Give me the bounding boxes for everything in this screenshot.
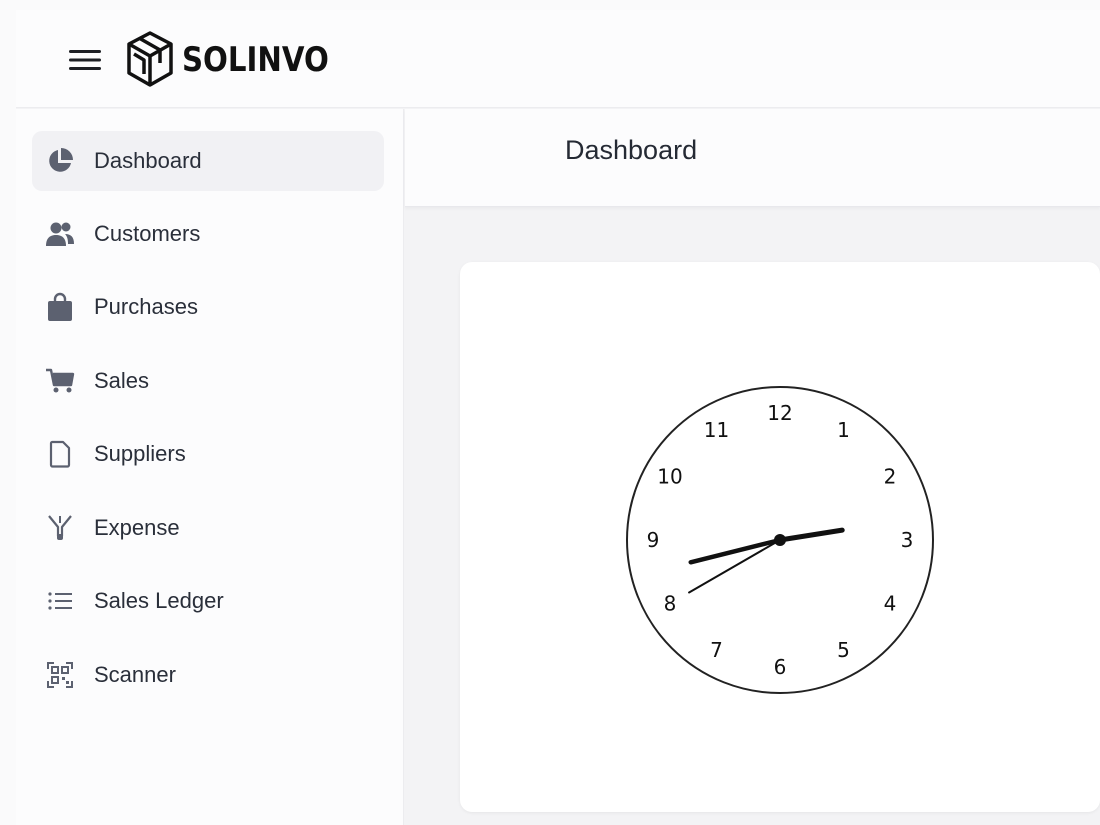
- sidebar-item-dashboard[interactable]: Dashboard: [32, 131, 384, 191]
- clock-numeral: 8: [664, 592, 677, 616]
- clock-numeral: 7: [710, 638, 723, 662]
- sidebar: Dashboard Customers Purchases Sales Supp…: [16, 109, 404, 825]
- dashboard-card: 12 1 2 3 4 5 6 7 8 9 10 11: [460, 262, 1100, 812]
- cart-icon: [44, 365, 76, 397]
- sidebar-item-scanner[interactable]: Scanner: [32, 645, 384, 705]
- qr-scan-icon: [44, 659, 76, 691]
- cube-logo-icon: [127, 31, 173, 87]
- top-bar: SOLINVO: [16, 10, 1100, 108]
- clock-numeral: 9: [647, 528, 660, 552]
- sidebar-item-sales[interactable]: Sales: [32, 351, 384, 411]
- sidebar-item-sales-ledger[interactable]: Sales Ledger: [32, 571, 384, 631]
- sidebar-item-label: Scanner: [94, 662, 176, 687]
- clock-numeral: 12: [767, 401, 792, 425]
- clock-numeral: 5: [837, 638, 850, 662]
- sidebar-item-label: Sales: [94, 368, 150, 393]
- clock-numeral: 1: [837, 418, 850, 442]
- sidebar-item-purchases[interactable]: Purchases: [32, 277, 384, 337]
- sidebar-item-label: Purchases: [94, 294, 198, 319]
- hamburger-menu-icon[interactable]: [68, 48, 102, 72]
- page-title: Dashboard: [565, 135, 698, 165]
- clock-numeral: 10: [657, 465, 682, 489]
- funnel-icon: [44, 512, 76, 544]
- sidebar-item-label: Customers: [94, 221, 201, 246]
- sidebar-item-label: Expense: [94, 515, 180, 540]
- clock-numeral: 3: [901, 528, 914, 552]
- sidebar-item-label: Sales Ledger: [94, 588, 224, 613]
- content-header: Dashboard: [405, 109, 1100, 207]
- sidebar-item-label: Suppliers: [94, 441, 186, 466]
- shopping-bag-icon: [44, 291, 76, 323]
- sidebar-item-customers[interactable]: Customers: [32, 204, 384, 264]
- clock-numeral: 4: [884, 592, 897, 616]
- app-window: SOLINVO Dashboard Customers Purchases Sa…: [16, 10, 1100, 825]
- list-icon: [44, 585, 76, 617]
- users-icon: [44, 218, 76, 250]
- sidebar-item-label: Dashboard: [94, 148, 202, 173]
- clock-numeral: 11: [704, 418, 729, 442]
- clock-numeral: 2: [884, 465, 897, 489]
- pie-chart-icon: [44, 145, 76, 177]
- document-icon: [44, 438, 76, 470]
- sidebar-item-expense[interactable]: Expense: [32, 498, 384, 558]
- clock-center-pin: [774, 534, 786, 546]
- clock-numeral: 6: [774, 655, 787, 679]
- sidebar-item-suppliers[interactable]: Suppliers: [32, 424, 384, 484]
- brand-name[interactable]: SOLINVO: [182, 40, 329, 80]
- analog-clock: 121234567891011: [626, 386, 934, 694]
